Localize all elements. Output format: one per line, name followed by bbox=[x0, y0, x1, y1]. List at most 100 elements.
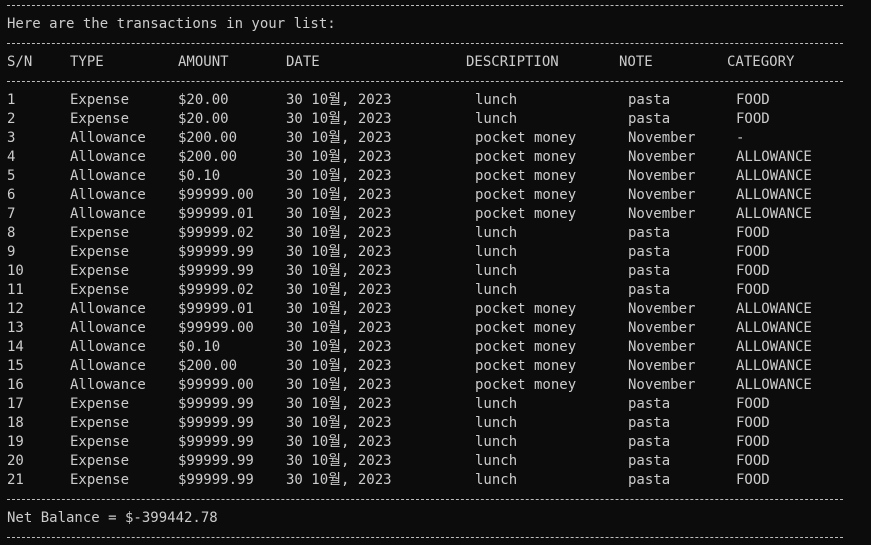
cell-note: November bbox=[628, 320, 696, 336]
header-date: DATE bbox=[286, 54, 320, 70]
cell-date: 30 10월, 2023 bbox=[286, 301, 392, 317]
cell-type: Expense bbox=[70, 282, 130, 298]
cell-type: Allowance bbox=[70, 187, 146, 203]
cell-description: pocket money bbox=[475, 320, 577, 336]
cell-amount: $99999.00 bbox=[178, 320, 254, 336]
table-row: 3 Allowance $200.00 30 10월, 2023 pocket mone… bbox=[0, 129, 871, 148]
table-header-row: S/N TYPE AMOUNT DATE DESCRIPTION NOTE CA… bbox=[0, 53, 871, 72]
cell-note: November bbox=[628, 168, 696, 184]
cell-note: pasta bbox=[628, 396, 671, 412]
table-row: 10 Expense $99999.99 30 10월, 2023 lunch pasta… bbox=[0, 262, 871, 281]
cell-date: 30 10월, 2023 bbox=[286, 396, 392, 412]
cell-type: Allowance bbox=[70, 301, 146, 317]
cell-note: pasta bbox=[628, 225, 671, 241]
cell-amount: $0.10 bbox=[178, 168, 221, 184]
cell-description: pocket money bbox=[475, 358, 577, 374]
cell-sn: 2 bbox=[7, 111, 16, 127]
cell-description: lunch bbox=[475, 434, 518, 450]
cell-sn: 3 bbox=[7, 130, 16, 146]
cell-category: FOOD bbox=[736, 263, 770, 279]
cell-type: Expense bbox=[70, 396, 130, 412]
header-sn: S/N bbox=[7, 54, 33, 70]
cell-amount: $99999.99 bbox=[178, 263, 254, 279]
table-row: 4 Allowance $200.00 30 10월, 2023 pocket mone… bbox=[0, 148, 871, 167]
cell-sn: 19 bbox=[7, 434, 24, 450]
cell-note: pasta bbox=[628, 92, 671, 108]
header-category: CATEGORY bbox=[727, 54, 795, 70]
cell-note: November bbox=[628, 149, 696, 165]
cell-type: Expense bbox=[70, 434, 130, 450]
table-row: 5 Allowance $0.10 30 10월, 2023 pocket money N… bbox=[0, 167, 871, 186]
cell-date: 30 10월, 2023 bbox=[286, 434, 392, 450]
cell-type: Expense bbox=[70, 244, 130, 260]
cell-category: ALLOWANCE bbox=[736, 358, 812, 374]
cell-date: 30 10월, 2023 bbox=[286, 472, 392, 488]
cell-amount: $200.00 bbox=[178, 358, 238, 374]
cell-amount: $99999.99 bbox=[178, 453, 254, 469]
table-row: 14 Allowance $0.10 30 10월, 2023 pocket money… bbox=[0, 338, 871, 357]
cell-type: Allowance bbox=[70, 206, 146, 222]
cell-description: pocket money bbox=[475, 130, 577, 146]
cell-category: FOOD bbox=[736, 244, 770, 260]
separator-line bbox=[7, 43, 843, 44]
table-row: 11 Expense $99999.02 30 10월, 2023 lunch pasta… bbox=[0, 281, 871, 300]
cell-date: 30 10월, 2023 bbox=[286, 187, 392, 203]
cell-description: lunch bbox=[475, 92, 518, 108]
cell-date: 30 10월, 2023 bbox=[286, 377, 392, 393]
cell-date: 30 10월, 2023 bbox=[286, 225, 392, 241]
cell-description: lunch bbox=[475, 415, 518, 431]
header-description: DESCRIPTION bbox=[466, 54, 559, 70]
table-row: 20 Expense $99999.99 30 10월, 2023 lunch pasta… bbox=[0, 452, 871, 471]
cell-amount: $20.00 bbox=[178, 92, 229, 108]
table-row: 9 Expense $99999.99 30 10월, 2023 lunch pasta F… bbox=[0, 243, 871, 262]
table-row: 2 Expense $20.00 30 10월, 2023 lunch pasta FOOD bbox=[0, 110, 871, 129]
cell-category: FOOD bbox=[736, 225, 770, 241]
terminal-window: Here are the transactions in your list: … bbox=[0, 0, 871, 545]
cell-note: pasta bbox=[628, 282, 671, 298]
cell-category: FOOD bbox=[736, 396, 770, 412]
cell-category: ALLOWANCE bbox=[736, 377, 812, 393]
cell-amount: $99999.01 bbox=[178, 206, 254, 222]
cell-amount: $99999.02 bbox=[178, 282, 254, 298]
cell-category: FOOD bbox=[736, 415, 770, 431]
table-row: 18 Expense $99999.99 30 10월, 2023 lunch pasta… bbox=[0, 414, 871, 433]
cell-amount: $200.00 bbox=[178, 130, 238, 146]
cell-note: pasta bbox=[628, 263, 671, 279]
cell-category: - bbox=[736, 130, 745, 146]
cell-amount: $99999.00 bbox=[178, 187, 254, 203]
cell-description: pocket money bbox=[475, 339, 577, 355]
cell-amount: $99999.99 bbox=[178, 472, 254, 488]
cell-sn: 11 bbox=[7, 282, 24, 298]
cell-sn: 18 bbox=[7, 415, 24, 431]
cell-type: Allowance bbox=[70, 377, 146, 393]
cell-type: Expense bbox=[70, 225, 130, 241]
cell-description: lunch bbox=[475, 453, 518, 469]
cell-sn: 10 bbox=[7, 263, 24, 279]
cell-sn: 9 bbox=[7, 244, 16, 260]
cell-sn: 5 bbox=[7, 168, 16, 184]
cell-description: lunch bbox=[475, 225, 518, 241]
cell-type: Allowance bbox=[70, 339, 146, 355]
cell-date: 30 10월, 2023 bbox=[286, 206, 392, 222]
cell-type: Expense bbox=[70, 472, 130, 488]
cell-date: 30 10월, 2023 bbox=[286, 415, 392, 431]
header-note: NOTE bbox=[619, 54, 653, 70]
cell-sn: 7 bbox=[7, 206, 16, 222]
cell-date: 30 10월, 2023 bbox=[286, 111, 392, 127]
table-row: 7 Allowance $99999.01 30 10월, 2023 pocket mo… bbox=[0, 205, 871, 224]
cell-date: 30 10월, 2023 bbox=[286, 282, 392, 298]
cell-description: lunch bbox=[475, 263, 518, 279]
cell-category: FOOD bbox=[736, 111, 770, 127]
cell-category: ALLOWANCE bbox=[736, 320, 812, 336]
cell-date: 30 10월, 2023 bbox=[286, 339, 392, 355]
cell-sn: 1 bbox=[7, 92, 16, 108]
table-row: 1 Expense $20.00 30 10월, 2023 lunch pasta FOOD bbox=[0, 91, 871, 110]
cell-amount: $99999.02 bbox=[178, 225, 254, 241]
cell-type: Expense bbox=[70, 453, 130, 469]
cell-category: FOOD bbox=[736, 453, 770, 469]
cell-category: FOOD bbox=[736, 434, 770, 450]
separator-line bbox=[7, 81, 843, 82]
header-type: TYPE bbox=[70, 54, 104, 70]
cell-amount: $99999.00 bbox=[178, 377, 254, 393]
table-row: 16 Allowance $99999.00 30 10월, 2023 pocket m… bbox=[0, 376, 871, 395]
